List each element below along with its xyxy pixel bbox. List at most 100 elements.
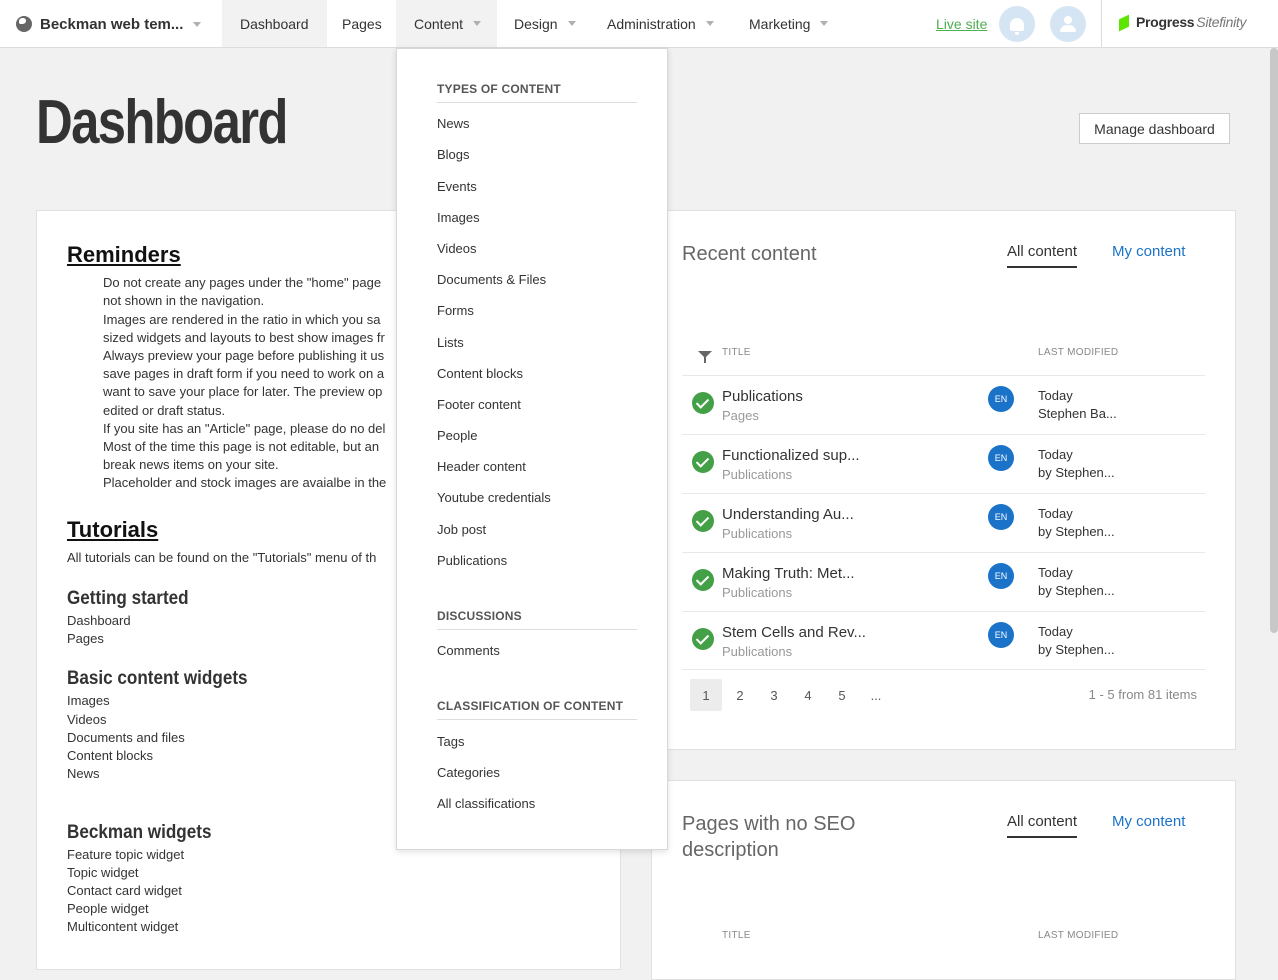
menu-item-publications[interactable]: Publications [437, 553, 507, 568]
tutorial-link-news[interactable]: News [67, 765, 100, 783]
menu-item-forms[interactable]: Forms [437, 303, 474, 318]
getting-started-heading: Getting started [67, 588, 189, 609]
row-title[interactable]: Understanding Au... [722, 506, 854, 523]
menu-item-blogs[interactable]: Blogs [437, 147, 470, 162]
tutorial-link-videos[interactable]: Videos [67, 711, 107, 729]
reminder-line: break news items on your site. [103, 457, 279, 472]
tutorial-link-feature-topic[interactable]: Feature topic widget [67, 846, 184, 864]
reminder-line: save pages in draft form if you need to … [103, 366, 385, 381]
tutorial-link-documents[interactable]: Documents and files [67, 729, 185, 747]
filter-icon[interactable] [698, 351, 712, 363]
tab-my-content[interactable]: My content [1112, 243, 1185, 260]
content-dropdown-menu: TYPES OF CONTENT News Blogs Events Image… [396, 48, 668, 850]
nav-content[interactable]: Content [396, 0, 497, 47]
menu-item-lists[interactable]: Lists [437, 335, 464, 350]
brand-product: Sitefinity [1196, 14, 1247, 30]
tab-all-content[interactable]: All content [1007, 813, 1078, 838]
tab-all-content[interactable]: All content [1007, 243, 1078, 268]
page-button-more[interactable]: ... [860, 679, 892, 711]
reminders-heading: Reminders [67, 242, 181, 267]
nav-pages[interactable]: Pages [324, 0, 400, 47]
table-row[interactable]: Making Truth: Met... Publications EN Tod… [682, 552, 1205, 611]
published-check-icon [692, 392, 714, 414]
notifications-button[interactable] [999, 6, 1035, 42]
language-badge: EN [988, 622, 1014, 648]
menu-item-job-post[interactable]: Job post [437, 522, 486, 537]
column-header-last-modified: LAST MODIFIED [1038, 347, 1119, 358]
table-row[interactable]: Stem Cells and Rev... Publications EN To… [682, 611, 1205, 670]
row-title[interactable]: Functionalized sup... [722, 447, 860, 464]
tutorial-link-topic[interactable]: Topic widget [67, 864, 139, 882]
live-site-link[interactable]: Live site [936, 16, 987, 32]
menu-item-videos[interactable]: Videos [437, 241, 477, 256]
menu-item-youtube-credentials[interactable]: Youtube credentials [437, 490, 551, 505]
row-title[interactable]: Stem Cells and Rev... [722, 624, 866, 641]
tutorial-link-images[interactable]: Images [67, 692, 110, 710]
beckman-widgets-heading: Beckman widgets [67, 822, 212, 843]
menu-item-footer-content[interactable]: Footer content [437, 397, 521, 412]
row-title[interactable]: Making Truth: Met... [722, 565, 855, 582]
page-title: Dashboard [36, 88, 288, 157]
column-header-title: TITLE [722, 347, 751, 358]
basic-widgets-heading: Basic content widgets [67, 668, 248, 689]
menu-item-people[interactable]: People [437, 428, 477, 443]
menu-item-categories[interactable]: Categories [437, 765, 500, 780]
tutorial-link-people[interactable]: People widget [67, 900, 149, 918]
nav-design[interactable]: Design [496, 0, 594, 47]
chevron-down-icon [567, 21, 576, 26]
tab-my-content[interactable]: My content [1112, 813, 1185, 830]
menu-item-images[interactable]: Images [437, 210, 480, 225]
menu-item-header-content[interactable]: Header content [437, 459, 526, 474]
menu-item-content-blocks[interactable]: Content blocks [437, 366, 523, 381]
published-check-icon [692, 451, 714, 473]
menu-item-all-classifications[interactable]: All classifications [437, 796, 535, 811]
page-button-3[interactable]: 3 [758, 679, 790, 711]
menu-heading-discussions: DISCUSSIONS [437, 609, 637, 630]
site-switcher[interactable]: Beckman web tem... [16, 0, 202, 48]
tutorial-link-multicontent[interactable]: Multicontent widget [67, 918, 178, 936]
row-author: Stephen Ba... [1038, 406, 1117, 421]
reminder-line: Do not create any pages under the "home"… [103, 275, 382, 290]
nav-administration[interactable]: Administration [589, 0, 732, 47]
page-button-4[interactable]: 4 [792, 679, 824, 711]
menu-item-events[interactable]: Events [437, 179, 477, 194]
row-title[interactable]: Publications [722, 388, 803, 405]
user-menu-button[interactable] [1050, 6, 1086, 42]
table-row[interactable]: Functionalized sup... Publications EN To… [682, 434, 1205, 493]
row-date: Today [1038, 506, 1073, 521]
row-type: Publications [722, 585, 793, 600]
recent-content-title: Recent content [682, 243, 817, 265]
page-button-2[interactable]: 2 [724, 679, 756, 711]
reminder-line: Images are rendered in the ratio in whic… [103, 312, 381, 327]
row-type: Publications [722, 526, 793, 541]
row-author: by Stephen... [1038, 583, 1115, 598]
menu-item-tags[interactable]: Tags [437, 734, 464, 749]
brand-logo: Progress Sitefinity [1119, 14, 1247, 30]
seo-title-line2: description [682, 839, 779, 861]
table-row[interactable]: Understanding Au... Publications EN Toda… [682, 493, 1205, 552]
column-header-last-modified: LAST MODIFIED [1038, 930, 1119, 941]
tutorial-link-contact-card[interactable]: Contact card widget [67, 882, 182, 900]
manage-dashboard-button[interactable]: Manage dashboard [1079, 113, 1230, 144]
page-button-1[interactable]: 1 [690, 679, 722, 711]
page-scrollbar[interactable] [1270, 48, 1278, 633]
nav-dashboard[interactable]: Dashboard [222, 0, 327, 47]
menu-item-comments[interactable]: Comments [437, 643, 500, 658]
reminder-line: Most of the time this page is not editab… [103, 439, 380, 454]
menu-item-news[interactable]: News [437, 116, 470, 131]
nav-design-label: Design [514, 15, 558, 32]
page-button-5[interactable]: 5 [826, 679, 858, 711]
nav-pages-label: Pages [342, 15, 382, 32]
table-row[interactable]: Publications Pages EN Today Stephen Ba..… [682, 375, 1205, 434]
tutorial-link-content-blocks[interactable]: Content blocks [67, 747, 153, 765]
nav-marketing[interactable]: Marketing [731, 0, 846, 47]
chevron-down-icon [705, 21, 714, 26]
menu-item-documents[interactable]: Documents & Files [437, 272, 546, 287]
column-header-title: TITLE [722, 930, 751, 941]
recent-content-panel: Recent content All content My content TI… [651, 210, 1236, 750]
row-author: by Stephen... [1038, 642, 1115, 657]
tutorial-link-dashboard[interactable]: Dashboard [67, 612, 131, 630]
nav-dashboard-label: Dashboard [240, 15, 309, 32]
tutorial-link-pages[interactable]: Pages [67, 630, 104, 648]
language-badge: EN [988, 386, 1014, 412]
